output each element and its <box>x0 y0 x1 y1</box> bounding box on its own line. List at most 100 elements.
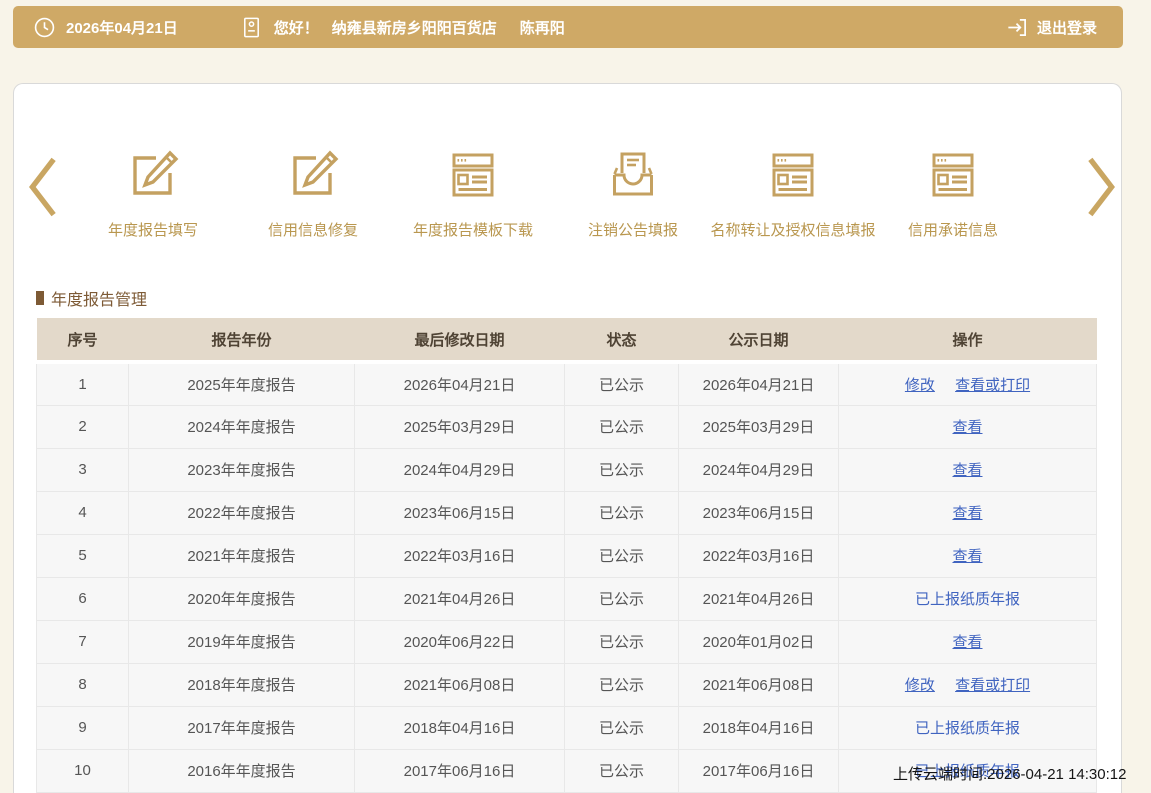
cell-status: 已公示 <box>565 448 679 491</box>
table-row: 5 2021年年度报告 2022年03月16日 已公示 2022年03月16日 … <box>37 534 1097 577</box>
cell-actions: 修改 查看或打印 <box>839 362 1097 405</box>
carousel-item[interactable]: 年度报告填写 <box>73 146 233 240</box>
cell-actions: 查看 <box>839 405 1097 448</box>
cell-modified-date: 2023年06月15日 <box>355 491 565 534</box>
user-name: 陈再阳 <box>520 17 565 38</box>
cell-modified-date: 2024年04月29日 <box>355 448 565 491</box>
logout-icon <box>1005 16 1028 39</box>
cell-modified-date: 2020年06月22日 <box>355 620 565 663</box>
cell-index: 3 <box>37 448 129 491</box>
edit-report-icon <box>125 146 181 204</box>
cell-actions: 已上报纸质年报 <box>839 706 1097 749</box>
cell-publish-date: 2021年06月08日 <box>679 663 839 706</box>
cell-modified-date: 2026年04月21日 <box>355 362 565 405</box>
cell-modified-date: 2025年03月29日 <box>355 405 565 448</box>
cell-publish-date: 2018年04月16日 <box>679 706 839 749</box>
cell-modified-date: 2021年06月08日 <box>355 663 565 706</box>
cell-status: 已公示 <box>565 577 679 620</box>
id-badge-icon <box>240 16 263 39</box>
cell-status: 已公示 <box>565 706 679 749</box>
column-header: 序号 <box>37 318 129 362</box>
cell-index: 9 <box>37 706 129 749</box>
action-link[interactable]: 修改 <box>905 377 935 394</box>
report-page-icon <box>765 146 821 204</box>
section-header: 年度报告管理 <box>36 286 147 310</box>
cell-report-year: 2024年年度报告 <box>129 405 355 448</box>
cell-index: 4 <box>37 491 129 534</box>
action-link[interactable]: 查看或打印 <box>955 677 1030 694</box>
cell-publish-date: 2017年06月16日 <box>679 749 839 792</box>
cell-publish-date: 2023年06月15日 <box>679 491 839 534</box>
cell-publish-date: 2024年04月29日 <box>679 448 839 491</box>
table-row: 1 2025年年度报告 2026年04月21日 已公示 2026年04月21日 … <box>37 362 1097 405</box>
greeting-area: 您好！ 纳雍县新房乡阳阳百货店 陈再阳 <box>240 16 565 39</box>
cell-report-year: 2019年年度报告 <box>129 620 355 663</box>
carousel-item[interactable]: 年度报告模板下载 <box>393 146 553 240</box>
cell-publish-date: 2026年04月21日 <box>679 362 839 405</box>
cell-report-year: 2017年年度报告 <box>129 706 355 749</box>
column-header: 操作 <box>839 318 1097 362</box>
cell-actions: 查看 <box>839 620 1097 663</box>
action-link[interactable]: 查看 <box>952 419 982 436</box>
cell-report-year: 2022年年度报告 <box>129 491 355 534</box>
table-header-row: 序号 报告年份 最后修改日期 状态 公示日期 操作 <box>37 318 1097 362</box>
action-link: 已上报纸质年报 <box>915 720 1020 737</box>
action-link[interactable]: 修改 <box>905 677 935 694</box>
inbox-announcement-icon <box>605 146 661 204</box>
edit-report-icon <box>285 146 341 204</box>
company-name: 纳雍县新房乡阳阳百货店 <box>332 17 497 38</box>
cell-publish-date: 2021年04月26日 <box>679 577 839 620</box>
cell-publish-date: 2020年01月02日 <box>679 620 839 663</box>
carousel-item[interactable]: 信用信息修复 <box>233 146 393 240</box>
carousel-next-button[interactable] <box>1084 154 1118 220</box>
cell-actions: 查看 <box>839 534 1097 577</box>
table-row: 2 2024年年度报告 2025年03月29日 已公示 2025年03月29日 … <box>37 405 1097 448</box>
cell-status: 已公示 <box>565 405 679 448</box>
current-date: 2026年04月21日 <box>66 17 178 38</box>
cell-index: 8 <box>37 663 129 706</box>
cell-actions: 已上报纸质年报 <box>839 577 1097 620</box>
action-link[interactable]: 查看 <box>952 505 982 522</box>
cell-status: 已公示 <box>565 620 679 663</box>
cell-status: 已公示 <box>565 663 679 706</box>
clock-icon <box>33 16 56 39</box>
cell-modified-date: 2022年03月16日 <box>355 534 565 577</box>
carousel-item[interactable]: 名称转让及授权信息填报 <box>713 146 873 240</box>
logout-button[interactable]: 退出登录 <box>1005 16 1097 39</box>
action-link[interactable]: 查看 <box>952 634 982 651</box>
cell-report-year: 2020年年度报告 <box>129 577 355 620</box>
table-row: 7 2019年年度报告 2020年06月22日 已公示 2020年01月02日 … <box>37 620 1097 663</box>
carousel-prev-button[interactable] <box>26 154 60 220</box>
cell-index: 1 <box>37 362 129 405</box>
carousel-item-label: 年度报告填写 <box>108 219 198 240</box>
action-link[interactable]: 查看 <box>952 462 982 479</box>
cell-report-year: 2025年年度报告 <box>129 362 355 405</box>
quick-actions-carousel: 年度报告填写 <box>73 146 1033 240</box>
greeting-text: 您好！ <box>274 17 319 38</box>
cell-report-year: 2021年年度报告 <box>129 534 355 577</box>
carousel-item[interactable]: 信用承诺信息 <box>873 146 1033 240</box>
report-page-icon <box>925 146 981 204</box>
action-link[interactable]: 查看 <box>952 548 982 565</box>
cell-status: 已公示 <box>565 749 679 792</box>
carousel-item-label: 年度报告模板下载 <box>413 219 533 240</box>
action-link[interactable]: 查看或打印 <box>955 377 1030 394</box>
table-row: 6 2020年年度报告 2021年04月26日 已公示 2021年04月26日 … <box>37 577 1097 620</box>
annual-report-table: 序号 报告年份 最后修改日期 状态 公示日期 操作 1 2025年年度报告 <box>36 318 1097 793</box>
section-title: 年度报告管理 <box>51 286 147 310</box>
cell-report-year: 2016年年度报告 <box>129 749 355 792</box>
report-page-icon <box>445 146 501 204</box>
carousel-item-label: 注销公告填报 <box>588 219 678 240</box>
topbar: 2026年04月21日 您好！ 纳雍县新房乡阳阳百货店 陈再阳 退出登录 <box>13 6 1123 48</box>
table-row: 9 2017年年度报告 2018年04月16日 已公示 2018年04月16日 … <box>37 706 1097 749</box>
date-display: 2026年04月21日 <box>33 16 178 39</box>
cell-report-year: 2018年年度报告 <box>129 663 355 706</box>
table-row: 3 2023年年度报告 2024年04月29日 已公示 2024年04月29日 … <box>37 448 1097 491</box>
cell-actions: 查看 <box>839 448 1097 491</box>
cell-publish-date: 2025年03月29日 <box>679 405 839 448</box>
cell-status: 已公示 <box>565 534 679 577</box>
main-panel: 年度报告填写 <box>13 83 1122 793</box>
table-row: 8 2018年年度报告 2021年06月08日 已公示 2021年06月08日 … <box>37 663 1097 706</box>
logout-label: 退出登录 <box>1037 17 1097 38</box>
carousel-item[interactable]: 注销公告填报 <box>553 146 713 240</box>
